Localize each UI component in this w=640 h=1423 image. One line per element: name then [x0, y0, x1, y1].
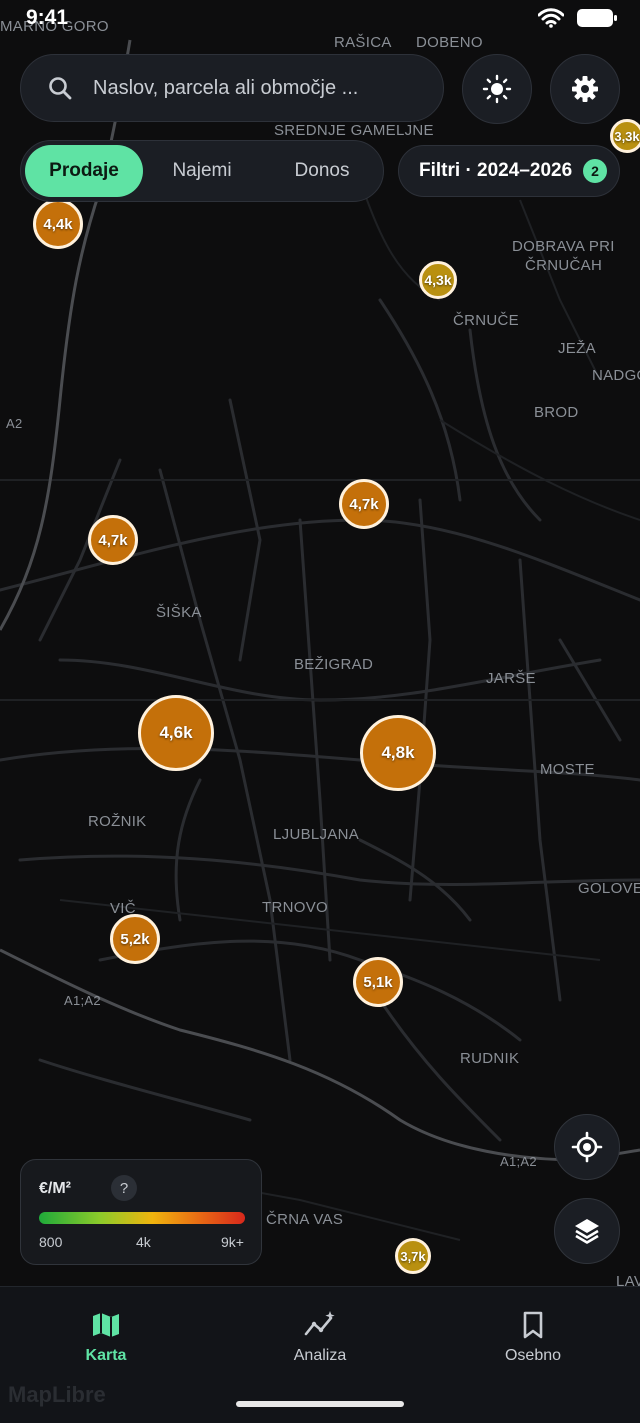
map-icon — [93, 1313, 119, 1337]
place-label-crnucah: ČRNUČAH — [525, 257, 603, 274]
locate-button[interactable] — [554, 1114, 620, 1180]
status-time: 9:41 — [26, 6, 69, 29]
battery-icon — [577, 9, 617, 27]
place-label-trnovo: TRNOVO — [262, 899, 328, 916]
segment-prodaje[interactable]: Prodaje — [25, 145, 143, 197]
home-indicator[interactable] — [236, 1401, 404, 1407]
price-marker[interactable]: 4,7k — [339, 479, 389, 529]
price-marker[interactable]: 4,7k — [88, 515, 138, 565]
nav-item-karta[interactable]: Karta — [41, 1309, 171, 1365]
price-marker[interactable]: 5,1k — [353, 957, 403, 1007]
legend-gradient — [39, 1212, 245, 1224]
gear-icon — [572, 76, 598, 102]
price-marker[interactable]: 3,3k — [610, 119, 640, 153]
place-label-bezigrad: BEŽIGRAD — [294, 656, 374, 673]
price-marker[interactable]: 3,7k — [395, 1238, 431, 1274]
place-label-moste: MOSTE — [540, 761, 595, 778]
place-label-ljubljana: LJUBLJANA — [273, 826, 360, 843]
place-label-nadgo: NADGO — [592, 367, 640, 384]
layers-icon — [575, 1219, 599, 1244]
price-marker[interactable]: 4,4k — [33, 199, 83, 249]
maplibre-attribution[interactable]: MapLibre — [8, 1382, 106, 1408]
legend-title: €/M² — [39, 1180, 71, 1197]
sun-icon — [482, 74, 512, 104]
place-label-crna-vas: ČRNA VAS — [266, 1211, 344, 1228]
search-input[interactable] — [91, 75, 415, 101]
nav-item-osebno[interactable]: Osebno — [468, 1309, 598, 1365]
place-label-a1a2: A1;A2 — [64, 993, 101, 1008]
filters-count-badge: 2 — [583, 159, 607, 183]
mode-segmented-control: Prodaje Najemi Donos — [20, 140, 384, 202]
filters-button[interactable]: Filtri · 2024–2026 2 — [398, 145, 620, 197]
place-label-a2: A2 — [6, 416, 23, 431]
status-bar: 9:41 — [0, 0, 640, 40]
price-marker[interactable]: 4,6k — [138, 695, 214, 771]
place-label-crnuce: ČRNUČE — [453, 312, 519, 329]
legend-help-button[interactable]: ? — [111, 1175, 137, 1201]
search-icon — [49, 77, 72, 100]
place-label-a1a2-east: A1;A2 — [500, 1154, 537, 1169]
bookmark-icon — [523, 1311, 543, 1339]
place-label-golovec: GOLOVEC — [578, 880, 640, 897]
place-label-roznik: ROŽNIK — [88, 813, 147, 830]
price-legend: €/M² ? 800 4k 9k+ — [20, 1159, 262, 1265]
nav-label-karta: Karta — [85, 1347, 127, 1364]
nav-label-analiza: Analiza — [293, 1347, 347, 1364]
price-marker[interactable]: 4,3k — [419, 261, 457, 299]
place-label-jarse: JARŠE — [486, 670, 536, 687]
nav-label-osebno: Osebno — [504, 1347, 562, 1364]
price-marker[interactable]: 5,2k — [110, 914, 160, 964]
place-label-dobrava: DOBRAVA PRI — [512, 238, 615, 255]
nav-item-analiza[interactable]: Analiza — [255, 1309, 385, 1365]
legend-tick-min: 800 — [39, 1234, 63, 1250]
search-bar[interactable] — [20, 54, 444, 122]
filters-label: Filtri · 2024–2026 — [419, 160, 573, 181]
segment-najemi[interactable]: Najemi — [147, 145, 257, 197]
analytics-icon — [304, 1311, 335, 1336]
place-label-srednje-gamelje: SREDNJE GAMELJNE — [274, 122, 434, 139]
place-label-siska: ŠIŠKA — [156, 604, 202, 621]
layers-button[interactable] — [554, 1198, 620, 1264]
place-label-rudnik: RUDNIK — [460, 1050, 520, 1067]
wifi-icon — [538, 8, 564, 28]
settings-button[interactable] — [550, 54, 620, 124]
status-icons — [538, 8, 618, 28]
theme-toggle-button[interactable] — [462, 54, 532, 124]
legend-tick-max: 9k+ — [221, 1234, 244, 1250]
legend-tick-mid: 4k — [136, 1234, 151, 1250]
place-label-brod: BROD — [534, 404, 579, 421]
locate-icon — [571, 1131, 603, 1163]
price-marker[interactable]: 4,8k — [360, 715, 436, 791]
segment-donos[interactable]: Donos — [267, 145, 377, 197]
place-label-jeza: JEŽA — [558, 340, 596, 357]
